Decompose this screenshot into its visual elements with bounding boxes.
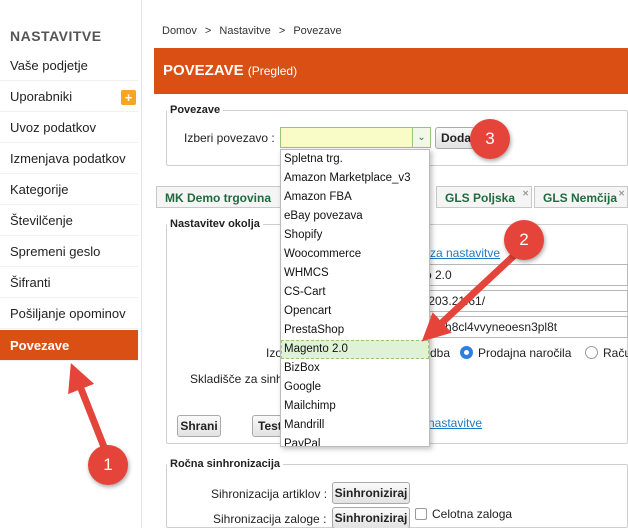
annotation-arrow-1 (68, 362, 110, 456)
annotation-arrow-2 (421, 246, 524, 342)
annotation-badge-1: 1 (88, 445, 128, 485)
annotation-badge-3: 3 (470, 119, 510, 159)
annotation-badge-2: 2 (504, 220, 544, 260)
